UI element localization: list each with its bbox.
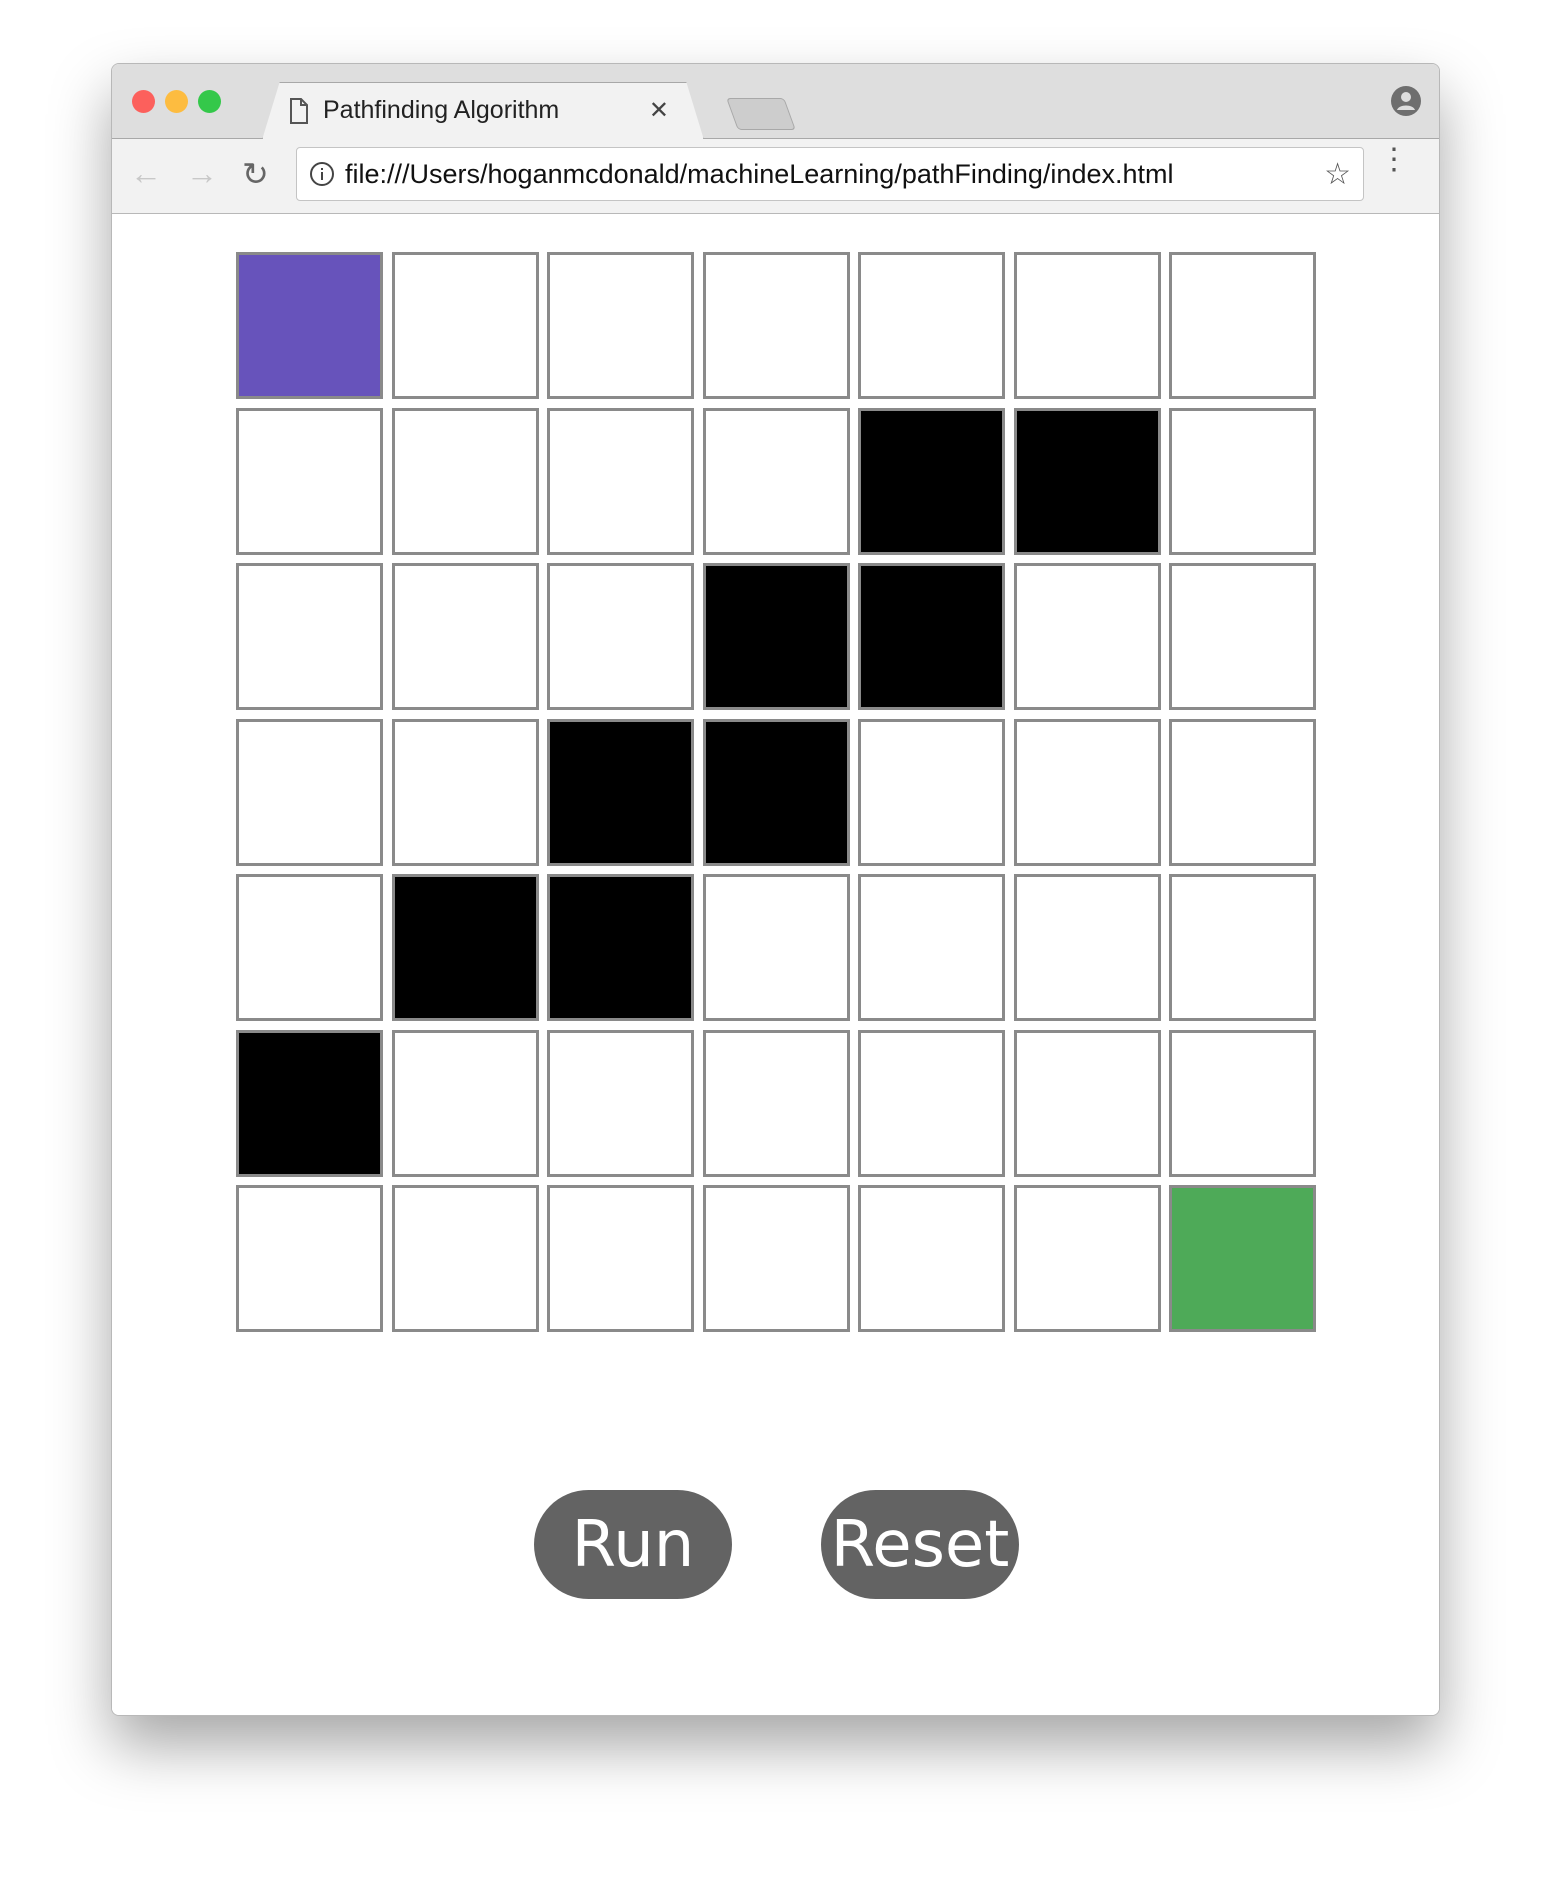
grid-cell-wall[interactable]: [858, 407, 1005, 555]
grid-cell-wall[interactable]: [702, 718, 850, 866]
grid-cell-empty[interactable]: [858, 1185, 1005, 1332]
grid-cell-empty[interactable]: [1013, 874, 1161, 1021]
grid-cell-empty[interactable]: [391, 1029, 539, 1177]
grid-cell-empty[interactable]: [1169, 252, 1316, 399]
info-icon[interactable]: [309, 161, 335, 187]
grid-cell-empty[interactable]: [236, 718, 383, 866]
grid-cell-empty[interactable]: [236, 563, 383, 710]
grid-cell-empty[interactable]: [391, 1185, 539, 1332]
pathfinding-grid: [236, 252, 1316, 1332]
grid-cell-empty[interactable]: [1013, 1029, 1161, 1177]
back-icon[interactable]: ←: [130, 155, 162, 192]
grid-cell-empty[interactable]: [1169, 718, 1316, 866]
grid-cell-empty[interactable]: [1013, 252, 1161, 399]
profile-icon[interactable]: [1391, 86, 1421, 116]
grid-cell-empty[interactable]: [391, 407, 539, 555]
new-tab-button[interactable]: [726, 98, 796, 130]
forward-icon[interactable]: →: [186, 155, 218, 192]
grid-cell-empty[interactable]: [236, 1185, 383, 1332]
grid-cell-empty[interactable]: [702, 252, 850, 399]
tab-content: Pathfinding Algorithm ✕: [289, 82, 669, 139]
grid-cell-empty[interactable]: [1169, 874, 1316, 1021]
grid-cell-empty[interactable]: [391, 563, 539, 710]
grid-cell-empty[interactable]: [702, 874, 850, 1021]
menu-icon[interactable]: ⋮: [1379, 145, 1409, 175]
grid-cell-wall[interactable]: [1013, 407, 1161, 555]
toolbar: ← → ↻ file:///Users/hoganmcdonald/machin…: [112, 139, 1439, 214]
grid-cell-empty[interactable]: [547, 407, 694, 555]
grid-cell-empty[interactable]: [236, 874, 383, 1021]
run-button[interactable]: Run: [534, 1490, 732, 1599]
grid-cell-empty[interactable]: [1169, 1029, 1316, 1177]
grid-cell-wall[interactable]: [547, 718, 694, 866]
grid-cell-empty[interactable]: [236, 407, 383, 555]
grid-cell-wall[interactable]: [858, 563, 1005, 710]
grid-cell-empty[interactable]: [858, 874, 1005, 1021]
grid-cell-empty[interactable]: [1169, 563, 1316, 710]
grid-cell-start[interactable]: [236, 252, 383, 399]
minimize-window-button[interactable]: [165, 90, 188, 113]
grid-cell-wall[interactable]: [391, 874, 539, 1021]
page-content: Run Reset: [112, 214, 1439, 1715]
browser-window: Pathfinding Algorithm ✕ ← → ↻ file:///Us…: [111, 63, 1440, 1716]
url-text[interactable]: file:///Users/hoganmcdonald/machineLearn…: [345, 159, 1324, 190]
close-window-button[interactable]: [132, 90, 155, 113]
grid-cell-empty[interactable]: [1013, 718, 1161, 866]
tab-bar: Pathfinding Algorithm ✕: [112, 64, 1439, 140]
zoom-window-button[interactable]: [198, 90, 221, 113]
grid-cell-empty[interactable]: [391, 252, 539, 399]
grid-cell-empty[interactable]: [1169, 407, 1316, 555]
grid-cell-empty[interactable]: [858, 1029, 1005, 1177]
tab-title: Pathfinding Algorithm: [323, 96, 560, 124]
grid-cell-wall[interactable]: [702, 563, 850, 710]
grid-cell-empty[interactable]: [858, 252, 1005, 399]
reset-button[interactable]: Reset: [821, 1490, 1019, 1599]
grid-cell-empty[interactable]: [1013, 563, 1161, 710]
document-icon: [290, 97, 308, 124]
grid-cell-wall[interactable]: [236, 1029, 383, 1177]
grid-cell-end[interactable]: [1169, 1185, 1316, 1332]
grid-cell-empty[interactable]: [391, 718, 539, 866]
grid-cell-empty[interactable]: [858, 718, 1005, 866]
grid-cell-empty[interactable]: [1013, 1185, 1161, 1332]
grid-cell-empty[interactable]: [702, 407, 850, 555]
grid-cell-empty[interactable]: [547, 563, 694, 710]
grid-cell-empty[interactable]: [702, 1185, 850, 1332]
grid-cell-empty[interactable]: [547, 252, 694, 399]
grid-cell-empty[interactable]: [547, 1185, 694, 1332]
address-bar[interactable]: file:///Users/hoganmcdonald/machineLearn…: [296, 147, 1364, 201]
tab-close-icon[interactable]: ✕: [649, 96, 669, 125]
star-icon[interactable]: ☆: [1324, 157, 1351, 192]
reload-icon[interactable]: ↻: [242, 155, 269, 193]
grid-cell-empty[interactable]: [702, 1029, 850, 1177]
grid-cell-wall[interactable]: [547, 874, 694, 1021]
grid-cell-empty[interactable]: [547, 1029, 694, 1177]
